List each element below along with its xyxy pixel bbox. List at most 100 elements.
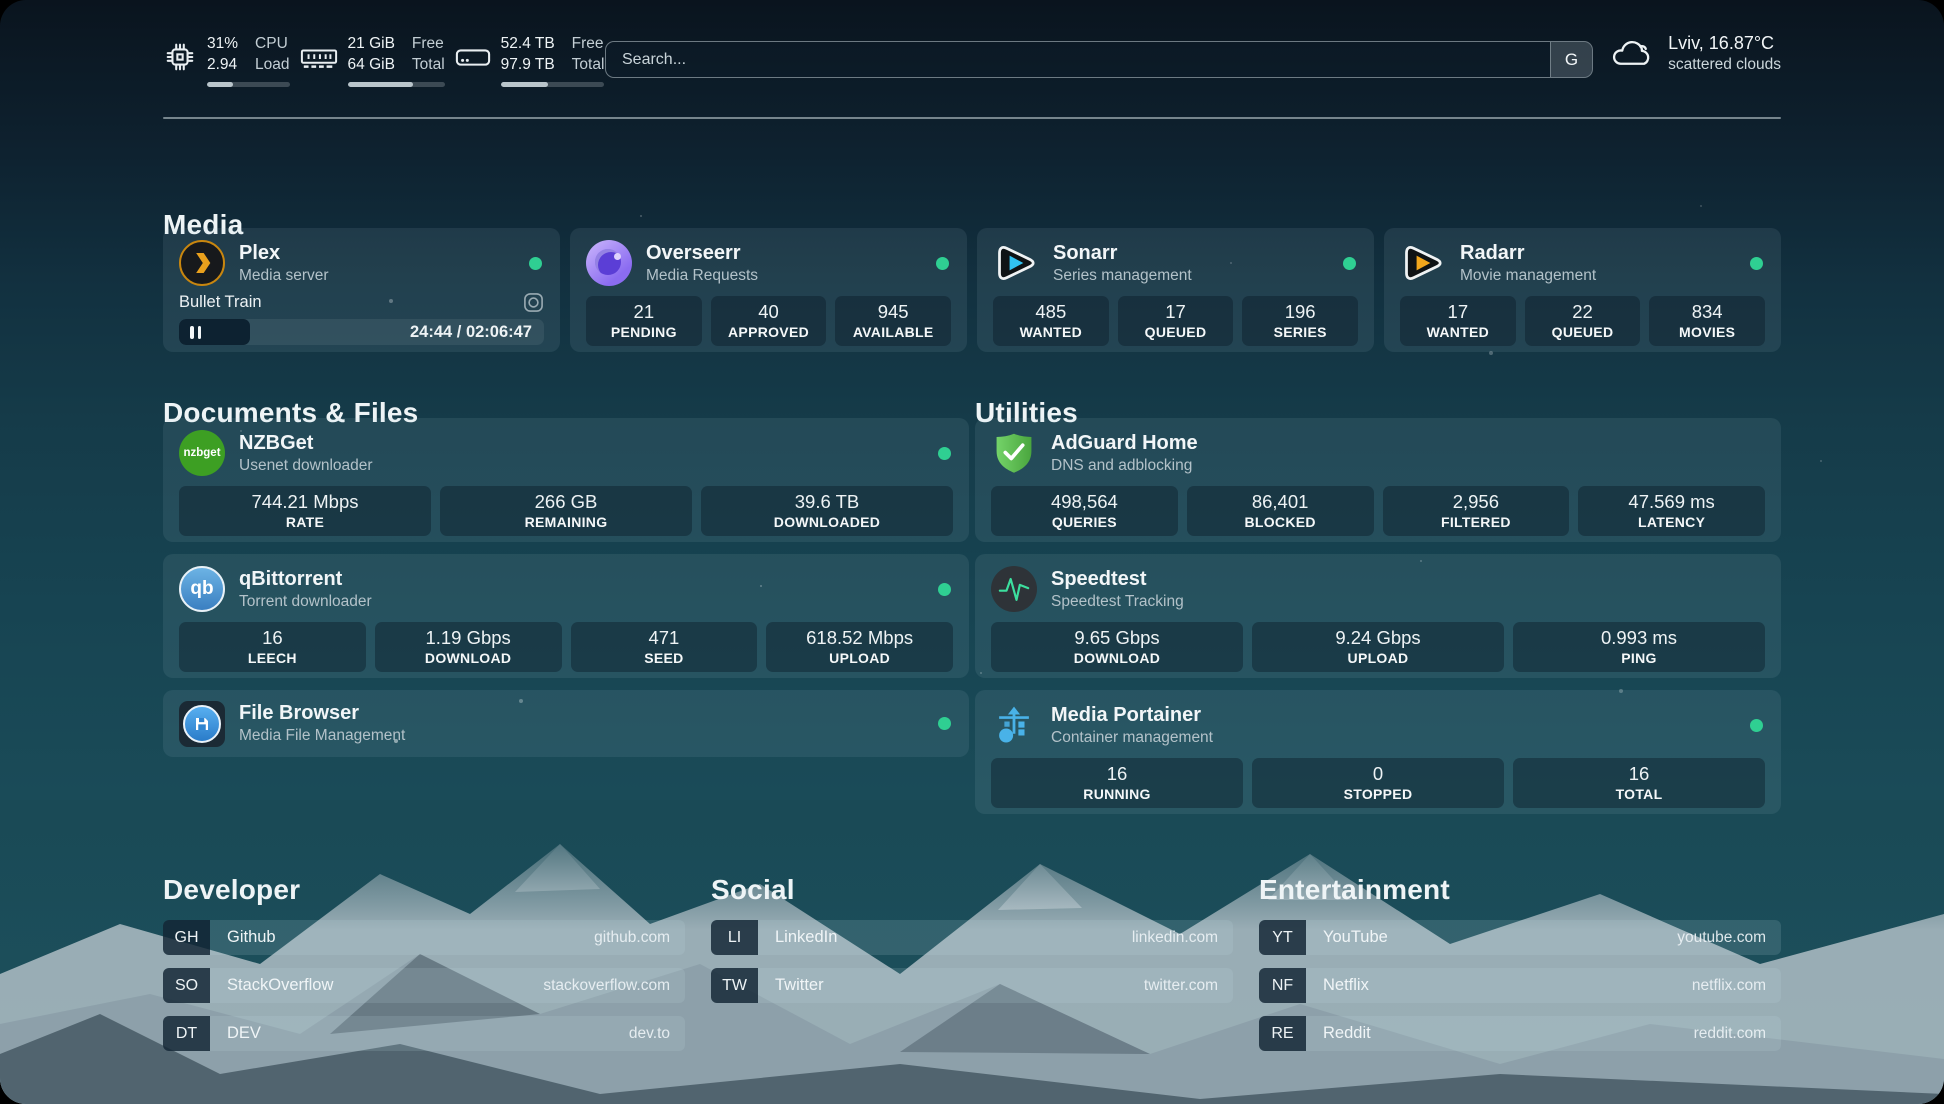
bookmark-abbr: TW bbox=[711, 968, 758, 1003]
search-engine-button[interactable]: G bbox=[1550, 42, 1592, 77]
service-card-qbittorrent[interactable]: qb qBittorrent Torrent downloader 16LEEC… bbox=[163, 554, 969, 678]
bookmark-row-dev[interactable]: DT DEV dev.to bbox=[163, 1016, 685, 1051]
service-card-sonarr[interactable]: Sonarr Series management 485WANTED 17QUE… bbox=[977, 228, 1374, 352]
stat-block: 1.19 GbpsDOWNLOAD bbox=[375, 622, 562, 672]
nzbget-icon: nzbget bbox=[179, 430, 225, 476]
stat-label: PENDING bbox=[590, 324, 698, 340]
stat-value: 21 bbox=[590, 301, 698, 323]
service-card-nzbget[interactable]: nzbget NZBGet Usenet downloader 744.21 M… bbox=[163, 418, 969, 542]
status-dot bbox=[529, 257, 542, 270]
service-subtitle: Container management bbox=[1051, 729, 1736, 747]
memory-free-label: Free bbox=[412, 34, 445, 55]
bookmark-row-linkedin[interactable]: LI LinkedIn linkedin.com bbox=[711, 920, 1233, 955]
weather-condition: scattered clouds bbox=[1668, 56, 1781, 74]
memory-widget: 21 GiB 64 GiB Free Total bbox=[300, 34, 445, 87]
portainer-icon bbox=[991, 702, 1037, 748]
stat-block: 86,401BLOCKED bbox=[1187, 486, 1374, 536]
service-subtitle: Media File Management bbox=[239, 727, 924, 745]
stat-block: 744.21 MbpsRATE bbox=[179, 486, 431, 536]
section-heading-entertainment: Entertainment bbox=[1259, 874, 1781, 906]
stat-label: SERIES bbox=[1246, 324, 1354, 340]
service-subtitle: Media Requests bbox=[646, 267, 922, 285]
bookmark-domain: linkedin.com bbox=[1132, 920, 1233, 955]
cpu-load-value: 2.94 bbox=[207, 55, 238, 76]
bookmark-group-social: Social LI LinkedIn linkedin.com TW Twitt… bbox=[711, 874, 1233, 1064]
stat-block: 834MOVIES bbox=[1649, 296, 1765, 346]
stat-label: UPLOAD bbox=[770, 650, 949, 666]
stat-block: 618.52 MbpsUPLOAD bbox=[766, 622, 953, 672]
pause-button[interactable] bbox=[190, 326, 201, 339]
stat-value: 22 bbox=[1529, 301, 1637, 323]
radarr-icon bbox=[1400, 240, 1446, 286]
service-title: Media Portainer bbox=[1051, 704, 1736, 727]
stat-block: 471SEED bbox=[571, 622, 758, 672]
service-title: File Browser bbox=[239, 702, 924, 725]
stat-value: 17 bbox=[1404, 301, 1512, 323]
search-bar: G bbox=[605, 41, 1593, 78]
stat-block: 0.993 msPING bbox=[1513, 622, 1765, 672]
bookmark-row-netflix[interactable]: NF Netflix netflix.com bbox=[1259, 968, 1781, 1003]
bookmark-group-developer: Developer GH Github github.com SO StackO… bbox=[163, 874, 685, 1064]
search-input[interactable] bbox=[606, 42, 1550, 77]
service-card-portainer[interactable]: Media Portainer Container management 16R… bbox=[975, 690, 1781, 814]
bookmark-row-reddit[interactable]: RE Reddit reddit.com bbox=[1259, 1016, 1781, 1051]
plex-icon bbox=[179, 240, 225, 286]
disk-icon bbox=[455, 43, 491, 73]
service-title: Plex bbox=[239, 242, 515, 265]
service-card-plex[interactable]: Plex Media server Bullet Train bbox=[163, 228, 560, 352]
bookmark-row-twitter[interactable]: TW Twitter twitter.com bbox=[711, 968, 1233, 1003]
service-subtitle: DNS and adblocking bbox=[1051, 457, 1765, 475]
bookmark-name: StackOverflow bbox=[210, 968, 543, 1003]
stat-label: WANTED bbox=[1404, 324, 1512, 340]
now-playing-icon[interactable] bbox=[523, 292, 544, 313]
stat-label: SEED bbox=[575, 650, 754, 666]
stat-value: 16 bbox=[183, 627, 362, 649]
service-card-overseerr[interactable]: Overseerr Media Requests 21PENDING 40APP… bbox=[570, 228, 967, 352]
bookmark-row-stackoverflow[interactable]: SO StackOverflow stackoverflow.com bbox=[163, 968, 685, 1003]
stat-value: 39.6 TB bbox=[705, 491, 949, 513]
status-dot bbox=[1343, 257, 1356, 270]
status-dot bbox=[938, 447, 951, 460]
memory-total-label: Total bbox=[412, 55, 445, 76]
bookmark-row-github[interactable]: GH Github github.com bbox=[163, 920, 685, 955]
topbar-divider bbox=[163, 117, 1781, 119]
stat-label: LATENCY bbox=[1582, 514, 1761, 530]
status-dot bbox=[938, 717, 951, 730]
bookmark-group-entertainment: Entertainment YT YouTube youtube.com NF … bbox=[1259, 874, 1781, 1064]
disk-free-value: 52.4 TB bbox=[501, 34, 555, 55]
cpu-usage-label: CPU bbox=[255, 34, 289, 55]
service-card-radarr[interactable]: Radarr Movie management 17WANTED 22QUEUE… bbox=[1384, 228, 1781, 352]
bookmark-name: Reddit bbox=[1306, 1016, 1694, 1051]
stat-label: QUERIES bbox=[995, 514, 1174, 530]
disk-progress bbox=[501, 82, 605, 87]
service-card-filebrowser[interactable]: File Browser Media File Management bbox=[163, 690, 969, 757]
service-title: Speedtest bbox=[1051, 568, 1765, 591]
stat-label: LEECH bbox=[183, 650, 362, 666]
memory-free-value: 21 GiB bbox=[348, 34, 395, 55]
stat-label: DOWNLOAD bbox=[995, 650, 1239, 666]
plex-now-playing: Bullet Train 24:44 / 02:06:47 bbox=[179, 290, 544, 345]
disk-widget: 52.4 TB 97.9 TB Free Total bbox=[455, 34, 605, 87]
bookmark-domain: twitter.com bbox=[1144, 968, 1233, 1003]
stat-block: 39.6 TBDOWNLOADED bbox=[701, 486, 953, 536]
section-heading-social: Social bbox=[711, 874, 1233, 906]
service-card-adguard[interactable]: AdGuard Home DNS and adblocking 498,564Q… bbox=[975, 418, 1781, 542]
stat-value: 196 bbox=[1246, 301, 1354, 323]
filebrowser-icon bbox=[179, 701, 225, 747]
stat-value: 17 bbox=[1122, 301, 1230, 323]
cpu-widget: 31% 2.94 CPU Load bbox=[163, 34, 290, 87]
utilities-column: AdGuard Home DNS and adblocking 498,564Q… bbox=[975, 418, 1781, 826]
stat-value: 47.569 ms bbox=[1582, 491, 1761, 513]
playback-time: 24:44 / 02:06:47 bbox=[410, 323, 532, 342]
bookmark-row-youtube[interactable]: YT YouTube youtube.com bbox=[1259, 920, 1781, 955]
stat-value: 0.993 ms bbox=[1517, 627, 1761, 649]
service-card-speedtest[interactable]: Speedtest Speedtest Tracking 9.65 GbpsDO… bbox=[975, 554, 1781, 678]
weather-widget: Lviv, 16.87°C scattered clouds bbox=[1608, 33, 1781, 74]
bookmark-domain: stackoverflow.com bbox=[543, 968, 685, 1003]
disk-total-value: 97.9 TB bbox=[501, 55, 555, 76]
stat-block: 17QUEUED bbox=[1118, 296, 1234, 346]
bookmark-abbr: YT bbox=[1259, 920, 1306, 955]
stat-label: WANTED bbox=[997, 324, 1105, 340]
documents-column: nzbget NZBGet Usenet downloader 744.21 M… bbox=[163, 418, 969, 769]
playback-progress[interactable]: 24:44 / 02:06:47 bbox=[179, 319, 544, 345]
